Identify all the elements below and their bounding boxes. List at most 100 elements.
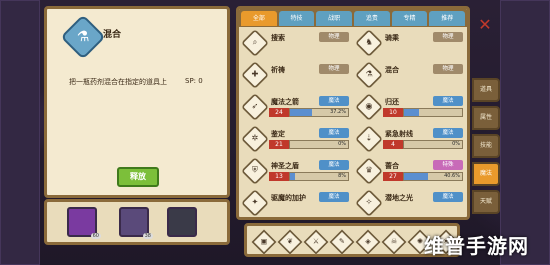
- side-tab-3[interactable]: 魔法: [472, 162, 500, 186]
- skill-type-badge: 物理: [433, 32, 463, 42]
- side-tab-0[interactable]: 道具: [472, 78, 500, 102]
- light-icon: ✧: [355, 189, 383, 217]
- slot-icon[interactable]: ▣: [251, 229, 277, 255]
- bolt-icon[interactable]: ✎: [329, 229, 355, 255]
- right-map-strip: [500, 0, 550, 265]
- skill-type-badge: 魔法: [319, 128, 349, 138]
- leaf-icon[interactable]: ❦: [277, 229, 303, 255]
- close-icon[interactable]: ✕: [476, 16, 494, 34]
- search-icon: ⌕: [241, 29, 269, 57]
- skill-level: 4: [383, 140, 403, 149]
- side-tab-2[interactable]: 技能: [472, 134, 500, 158]
- skill-name: 祈祷: [271, 66, 285, 74]
- skill-title: 混合: [103, 30, 122, 40]
- skill-progress-percent: 37.2%: [330, 109, 346, 115]
- skill-card[interactable]: ♞ 骑乘 物理: [355, 29, 463, 57]
- skill-type-badge: 物理: [319, 32, 349, 42]
- skill-name: 搜索: [271, 34, 285, 42]
- skill-progress-bar: 0%: [289, 140, 349, 149]
- skill-card[interactable]: ◉ 归还 魔法 10: [355, 93, 463, 121]
- item-slot[interactable]: 38: [119, 207, 153, 239]
- skill-card[interactable]: ✧ 潜地之光 魔法: [355, 189, 463, 217]
- skill-progress-fill: [290, 173, 295, 180]
- skill-card[interactable]: ✲ 鉴定 魔法 21 0%: [241, 125, 349, 153]
- skill-progress-bar: 37.2%: [289, 108, 349, 117]
- tab-4[interactable]: 专精: [391, 11, 428, 26]
- crown-icon: ♛: [355, 157, 383, 185]
- shield-icon: ⛨: [241, 157, 269, 185]
- release-button[interactable]: 释放: [117, 167, 159, 187]
- skill-detail-panel: ⚗ 混合 把一瓶药剂混合在指定的道具上 SP: 0 释放: [44, 6, 230, 198]
- quick-slot-bar: 60 38: [44, 199, 230, 245]
- portal-icon: ◉: [355, 93, 383, 121]
- skill-name: 鉴定: [271, 130, 285, 138]
- item-slot[interactable]: [167, 207, 197, 237]
- skill-type-badge: 魔法: [433, 128, 463, 138]
- skill-card[interactable]: ⌕ 搜索 物理: [241, 29, 349, 57]
- skill-card[interactable]: ✦ 驱魔的加护 魔法: [241, 189, 349, 217]
- skill-name: 蔷合: [385, 162, 399, 170]
- skill-progress-bar: 0%: [403, 140, 463, 149]
- skill-card[interactable]: ⛨ 神圣之盾 魔法 13 8%: [241, 157, 349, 185]
- skill-progress-percent: 8%: [338, 173, 346, 179]
- skill-level: 24: [269, 108, 289, 117]
- slot-count: 38: [142, 233, 153, 239]
- skill-progress-percent: 0%: [338, 141, 346, 147]
- skills-panel: 全部 特技 战职 追责 专精 推荐 ⌕ 搜索 物理 ♞ 骑乘 物理 ✚ 祈祷 物理 ⚗ 混合 物理 ➶ 魔法之箭 魔法…: [236, 6, 470, 220]
- skill-name: 混合: [385, 66, 399, 74]
- skill-type-badge: 魔法: [319, 192, 349, 202]
- skill-card[interactable]: ⚗ 混合 物理: [355, 61, 463, 89]
- skill-name: 归还: [385, 98, 399, 106]
- skill-type-badge: 魔法: [319, 160, 349, 170]
- tab-1[interactable]: 特技: [278, 11, 315, 26]
- slot-count: 60: [90, 233, 101, 239]
- skill-name: 紧急射线: [385, 130, 413, 138]
- left-map-strip: [0, 0, 40, 265]
- tab-2[interactable]: 战职: [316, 11, 353, 26]
- skull-icon[interactable]: ☠: [381, 229, 407, 255]
- ward-icon: ✦: [241, 189, 269, 217]
- skill-progress-bar: 40.6%: [403, 172, 463, 181]
- skill-progress-fill: [290, 109, 312, 116]
- skill-progress-bar: 8%: [289, 172, 349, 181]
- skill-progress-percent: 40.6%: [444, 173, 460, 179]
- skill-progress-fill: [404, 109, 419, 116]
- tab-5[interactable]: 推荐: [429, 11, 466, 26]
- skill-level: 27: [383, 172, 403, 181]
- ray-icon: ⇣: [355, 125, 383, 153]
- skill-progress-fill: [404, 173, 428, 180]
- skill-tabs: 全部 特技 战职 追责 专精 推荐: [239, 9, 467, 27]
- skill-name: 骑乘: [385, 34, 399, 42]
- skill-card[interactable]: ✚ 祈祷 物理: [241, 61, 349, 89]
- tab-0[interactable]: 全部: [241, 11, 277, 26]
- skill-level: 21: [269, 140, 289, 149]
- side-tab-4[interactable]: 天赋: [472, 190, 500, 214]
- arrow-icon: ➶: [241, 93, 269, 121]
- gem-icon[interactable]: ◈: [355, 229, 381, 255]
- skill-sp: SP: 0: [185, 77, 203, 85]
- skill-level: 13: [269, 172, 289, 181]
- skill-progress-percent: 0%: [452, 141, 460, 147]
- side-tab-1[interactable]: 属性: [472, 106, 500, 130]
- skill-progress-bar: [403, 108, 463, 117]
- skill-description: 把一瓶药剂混合在指定的道具上: [69, 78, 167, 86]
- sword-icon[interactable]: ⚔: [303, 229, 329, 255]
- horse-icon: ♞: [355, 29, 383, 57]
- watermark: 维普手游网: [424, 234, 529, 258]
- skill-card[interactable]: ➶ 魔法之箭 魔法 24 37.2%: [241, 93, 349, 121]
- skill-type-badge: 魔法: [319, 96, 349, 106]
- tab-3[interactable]: 追责: [354, 11, 390, 26]
- flask-icon: ⚗: [60, 14, 106, 60]
- skill-level: 10: [383, 108, 403, 117]
- item-slot[interactable]: 60: [67, 207, 101, 239]
- flask-icon: ⚗: [355, 61, 383, 89]
- skill-card[interactable]: ⇣ 紧急射线 魔法 4 0%: [355, 125, 463, 153]
- skill-card[interactable]: ♛ 蔷合 特殊 27 40.6%: [355, 157, 463, 185]
- pray-icon: ✚: [241, 61, 269, 89]
- skill-type-badge: 魔法: [433, 96, 463, 106]
- skill-type-badge: 物理: [433, 64, 463, 74]
- skill-name: 魔法之箭: [271, 98, 299, 106]
- skill-type-badge: 特殊: [433, 160, 463, 170]
- skill-type-badge: 物理: [319, 64, 349, 74]
- identify-icon: ✲: [241, 125, 269, 153]
